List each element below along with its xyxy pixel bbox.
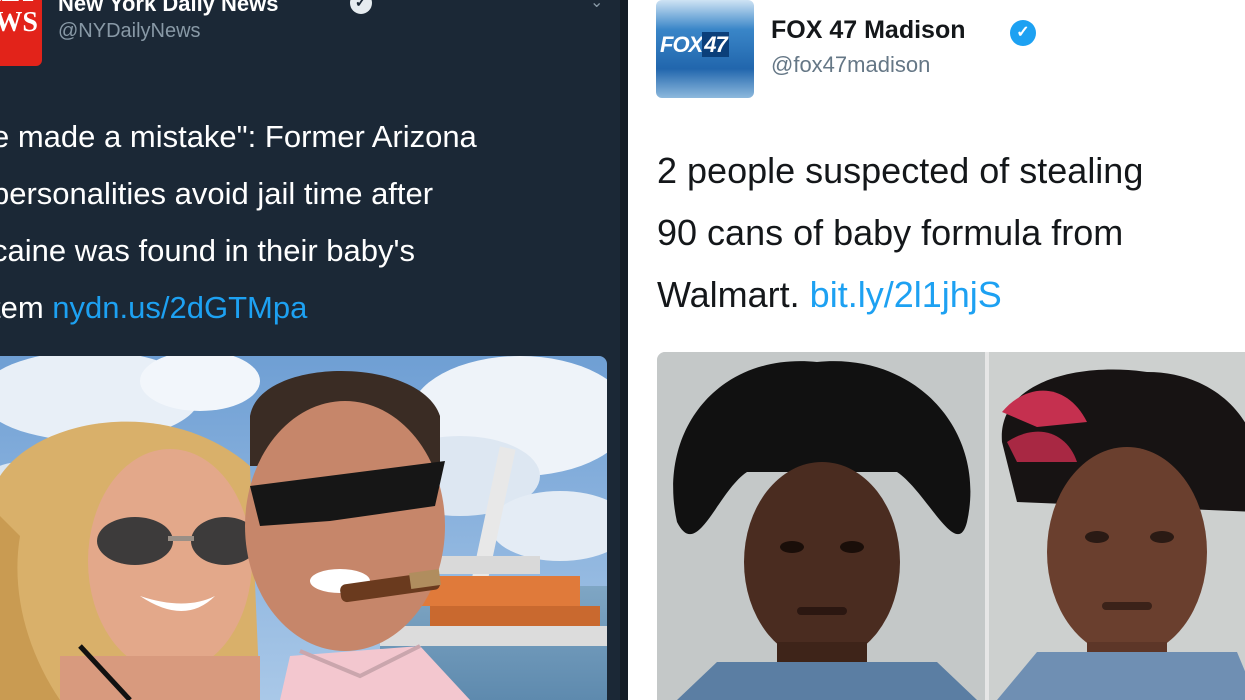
logo-number: 47 bbox=[702, 32, 729, 57]
avatar-text-line: WS bbox=[0, 7, 38, 38]
tweet-text-line: 2 people suspected of stealing bbox=[657, 150, 1144, 191]
tweet-text-line: e made a mistake": Former Arizona bbox=[0, 119, 477, 154]
tweet-link[interactable]: nydn.us/2dGTMpa bbox=[52, 290, 307, 325]
account-name[interactable]: New York Daily News bbox=[58, 0, 279, 17]
tweet-text-line: personalities avoid jail time after bbox=[0, 176, 434, 211]
account-name[interactable]: FOX 47 Madison bbox=[771, 16, 965, 45]
account-handle[interactable]: @fox47madison bbox=[771, 52, 930, 78]
left-tweet: ILY WS New York Daily News ✓ @NYDailyNew… bbox=[0, 0, 628, 700]
fox47-avatar[interactable]: FOX47 bbox=[656, 0, 754, 98]
verified-icon: ✓ bbox=[350, 0, 372, 14]
nydailynews-avatar[interactable]: ILY WS bbox=[0, 0, 42, 66]
tweet-text-line: 90 cans of baby formula from bbox=[657, 212, 1124, 253]
tweet-text-line: Walmart. bit.ly/2l1jhjS bbox=[657, 264, 1245, 326]
tweet-text-line: caine was found in their baby's bbox=[0, 233, 415, 268]
account-handle[interactable]: @NYDailyNews bbox=[58, 20, 201, 43]
chevron-down-icon[interactable]: ⌄ bbox=[590, 0, 603, 12]
tweet-text-fragment: Walmart. bbox=[657, 274, 810, 315]
verified-icon: ✓ bbox=[1010, 20, 1036, 46]
right-tweet: FOX47 FOX 47 Madison ✓ @fox47madison 2 p… bbox=[628, 0, 1245, 700]
fox47-logo: FOX47 bbox=[660, 32, 752, 58]
tweet-photo[interactable] bbox=[0, 356, 607, 700]
logo-text: FOX bbox=[660, 32, 703, 57]
tweet-photo[interactable] bbox=[657, 352, 1245, 700]
tweet-text-fragment: tem bbox=[0, 290, 44, 325]
tweet-text-line: tem nydn.us/2dGTMpa bbox=[0, 279, 612, 336]
tweet-text: 2 people suspected of stealing 90 cans o… bbox=[657, 140, 1245, 326]
tweet-text: e made a mistake": Former Arizona person… bbox=[0, 108, 612, 336]
tweet-link[interactable]: bit.ly/2l1jhjS bbox=[810, 274, 1002, 315]
